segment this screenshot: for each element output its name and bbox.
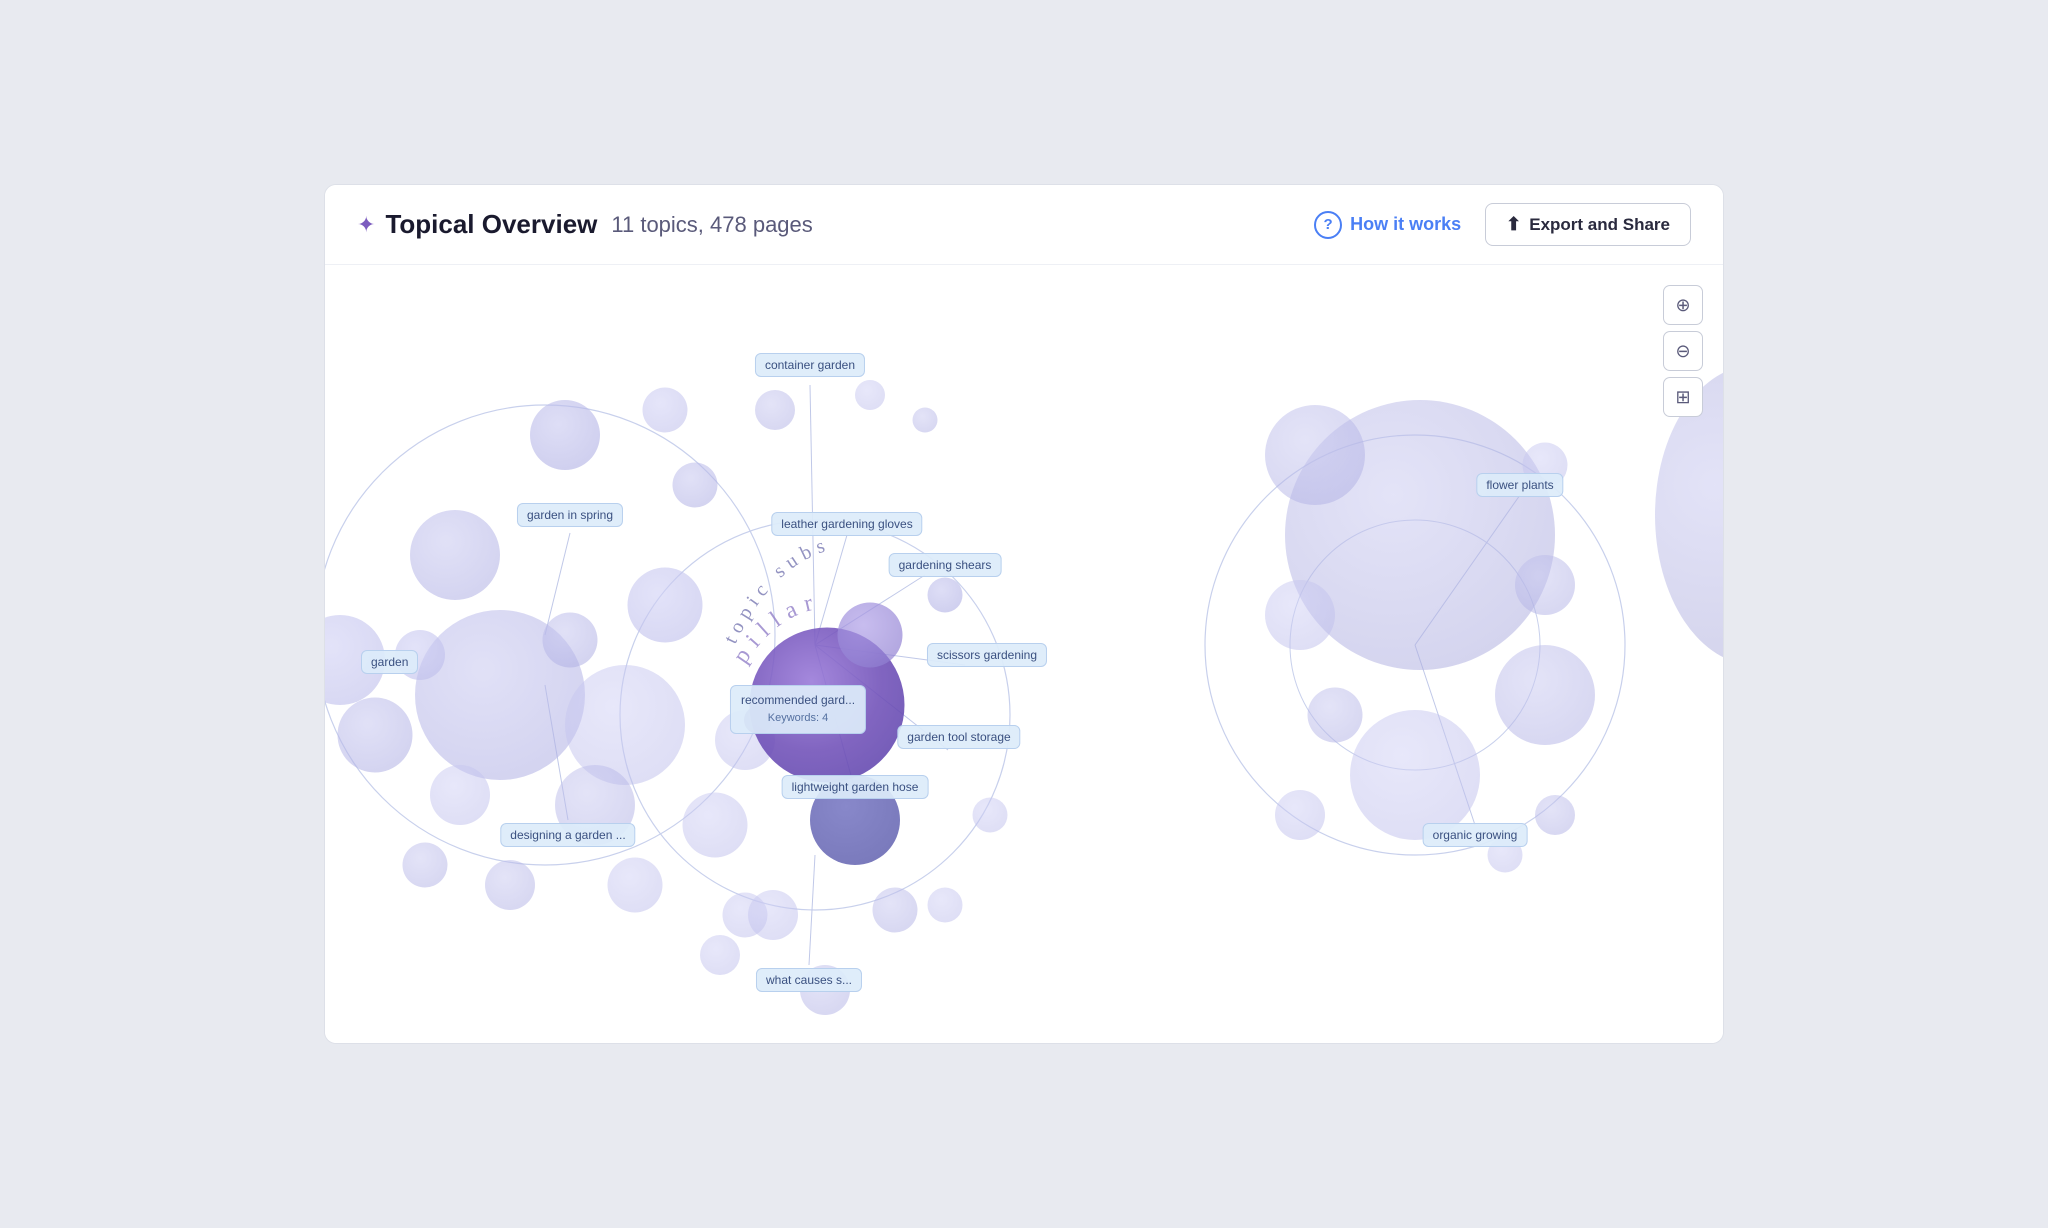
label-gardening-shears[interactable]: gardening shears: [889, 553, 1002, 577]
bubble-right-medium-2: [1350, 710, 1480, 840]
bubble-center-xs4: [700, 935, 740, 975]
bubble-left-xs6: [608, 858, 663, 913]
bubble-right-medium-3: [1495, 645, 1595, 745]
zoom-out-icon: ⊖: [1675, 341, 1690, 362]
bubble-left-medium-2: [410, 510, 500, 600]
zoom-in-icon: ⊕: [1675, 295, 1690, 316]
bubble-right-xs1: [1535, 795, 1575, 835]
bubble-left-small-1: [628, 568, 703, 643]
bubble-left-small-3: [683, 793, 748, 858]
bubble-leftmost-large: [325, 615, 385, 705]
bubble-right-xs2: [1488, 838, 1523, 873]
app-container: ✦ Topical Overview 11 topics, 478 pages …: [324, 184, 1724, 1044]
question-icon: ?: [1314, 211, 1342, 239]
bubble-left-xs2: [430, 765, 490, 825]
bubble-right-small-3: [1523, 443, 1568, 488]
spark-icon: ✦: [357, 212, 375, 238]
bubble-center-top-1: [755, 390, 795, 430]
reset-button[interactable]: ⊞: [1663, 377, 1703, 417]
bubble-right-small-5: [1275, 790, 1325, 840]
label-garden-tool-storage[interactable]: garden tool storage: [897, 725, 1020, 749]
label-garden-in-spring[interactable]: garden in spring: [517, 503, 623, 527]
bubble-left-xs3: [555, 765, 635, 845]
bubble-center-xs6: [928, 888, 963, 923]
bubble-left-small-2: [543, 613, 598, 668]
page-title: Topical Overview: [385, 209, 597, 240]
upload-icon: ⬆: [1506, 214, 1521, 235]
header-actions: ? How it works ⬆ Export and Share: [1314, 203, 1691, 246]
bubble-center-xs1: [928, 578, 963, 613]
bubble-right-small-2: [1515, 555, 1575, 615]
bubble-left-tiny: [395, 630, 445, 680]
bubble-center-xs7: [973, 798, 1008, 833]
how-it-works-button[interactable]: ? How it works: [1314, 211, 1461, 239]
bubble-top-small: [530, 400, 600, 470]
zoom-out-button[interactable]: ⊖: [1663, 331, 1703, 371]
bubble-center-xs3: [873, 888, 918, 933]
export-share-button[interactable]: ⬆ Export and Share: [1485, 203, 1691, 246]
bubble-pillar-secondary: [810, 775, 900, 865]
bubble-center-xs5: [800, 965, 850, 1015]
zoom-in-button[interactable]: ⊕: [1663, 285, 1703, 325]
map-area[interactable]: topic subs pillar container garden garde…: [325, 265, 1723, 1043]
bubble-center-top-3: [913, 408, 938, 433]
bubble-center-xs2: [748, 890, 798, 940]
bubble-top-tiny: [643, 388, 688, 433]
bubble-left-xs: [673, 463, 718, 508]
bubble-right-medium-1: [1265, 405, 1365, 505]
label-scissors-gardening[interactable]: scissors gardening: [927, 643, 1047, 667]
bubble-right-small-1: [1265, 580, 1335, 650]
header-title-group: ✦ Topical Overview 11 topics, 478 pages: [357, 209, 1314, 240]
bubble-right-small-4: [1308, 688, 1363, 743]
bubble-left-xs7: [485, 860, 535, 910]
reset-icon: ⊞: [1675, 387, 1690, 408]
bubble-left-xs5: [338, 698, 413, 773]
bubble-sub-1: [838, 603, 903, 668]
bubble-center-top-2: [855, 380, 885, 410]
export-label: Export and Share: [1529, 215, 1670, 235]
how-it-works-label: How it works: [1350, 214, 1461, 235]
bubble-left-bottom-1: [403, 843, 448, 888]
page-subtitle: 11 topics, 478 pages: [611, 212, 812, 238]
header: ✦ Topical Overview 11 topics, 478 pages …: [325, 185, 1723, 265]
label-container-garden[interactable]: container garden: [755, 353, 865, 377]
map-controls: ⊕ ⊖ ⊞: [1663, 285, 1703, 417]
label-leather-gloves[interactable]: leather gardening gloves: [771, 512, 922, 536]
